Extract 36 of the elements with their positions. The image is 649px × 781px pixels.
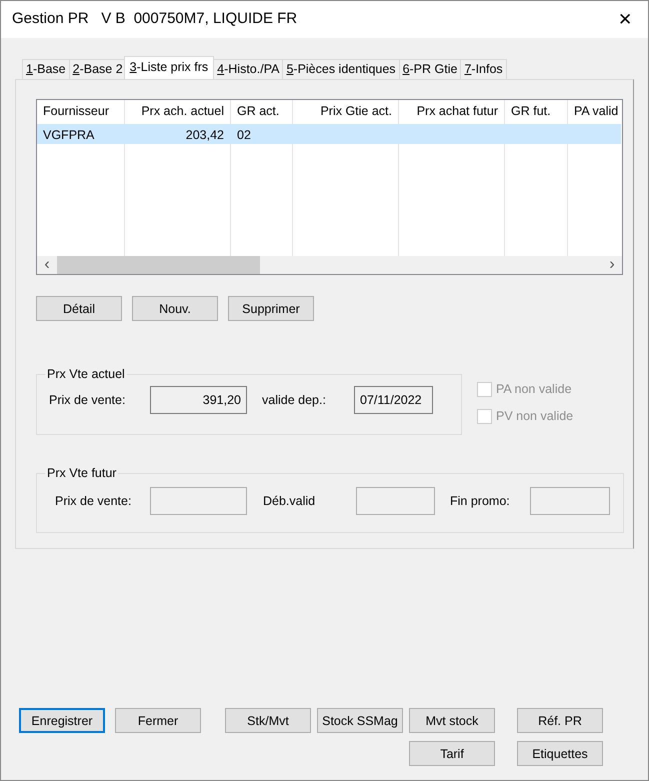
tab[interactable]: 3-Liste prix frs xyxy=(124,56,214,79)
footer-button[interactable]: Tarif xyxy=(409,741,495,766)
footer-button[interactable]: Stk/Mvt xyxy=(225,708,311,733)
table-cell: 203,42 xyxy=(125,124,231,144)
table-cell: VGFPRA xyxy=(37,124,125,144)
action-button[interactable]: Nouv. xyxy=(132,296,218,321)
action-button[interactable]: Supprimer xyxy=(228,296,314,321)
date-field[interactable] xyxy=(530,487,610,515)
scroll-left-button[interactable]: ‹ xyxy=(37,257,57,273)
table-cell: 02 xyxy=(231,124,293,144)
scroll-bar[interactable]: ‹ › xyxy=(37,256,622,274)
tab[interactable]: 1-Base xyxy=(22,59,70,79)
scroll-right-button[interactable]: › xyxy=(602,257,622,273)
action-button[interactable]: Détail xyxy=(36,296,122,321)
footer-button[interactable]: Etiquettes xyxy=(517,741,603,766)
footer-button[interactable]: Stock SSMag xyxy=(317,708,403,733)
footer-button[interactable]: Réf. PR xyxy=(517,708,603,733)
footer-button[interactable]: Mvt stock xyxy=(409,708,495,733)
tab[interactable]: 5-Pièces identiques xyxy=(282,59,400,79)
scroll-thumb[interactable] xyxy=(57,256,260,274)
field-label: Prix de vente: xyxy=(49,392,126,409)
price-field[interactable]: 391,20 xyxy=(150,386,247,414)
footer-button[interactable]: Enregistrer xyxy=(19,708,105,733)
tab[interactable]: 7-Infos xyxy=(460,59,507,79)
footer-button[interactable]: Fermer xyxy=(115,708,201,733)
close-button[interactable]: ✕ xyxy=(602,1,648,38)
field-label: valide dep.: xyxy=(262,392,327,409)
date-field[interactable] xyxy=(356,487,435,515)
column-header[interactable]: PA valid xyxy=(568,100,621,124)
date-field[interactable]: 07/11/2022 xyxy=(354,386,433,414)
table-row[interactable]: VGFPRA 203,42 02 xyxy=(37,124,622,144)
window-title: Gestion PR V B 000750M7, LIQUIDE FR xyxy=(12,9,298,30)
price-field[interactable] xyxy=(150,487,247,515)
field-label: Fin promo: xyxy=(450,492,511,510)
field-label: Prix de vente: xyxy=(55,492,132,510)
field-label: Déb.valid xyxy=(263,492,316,510)
